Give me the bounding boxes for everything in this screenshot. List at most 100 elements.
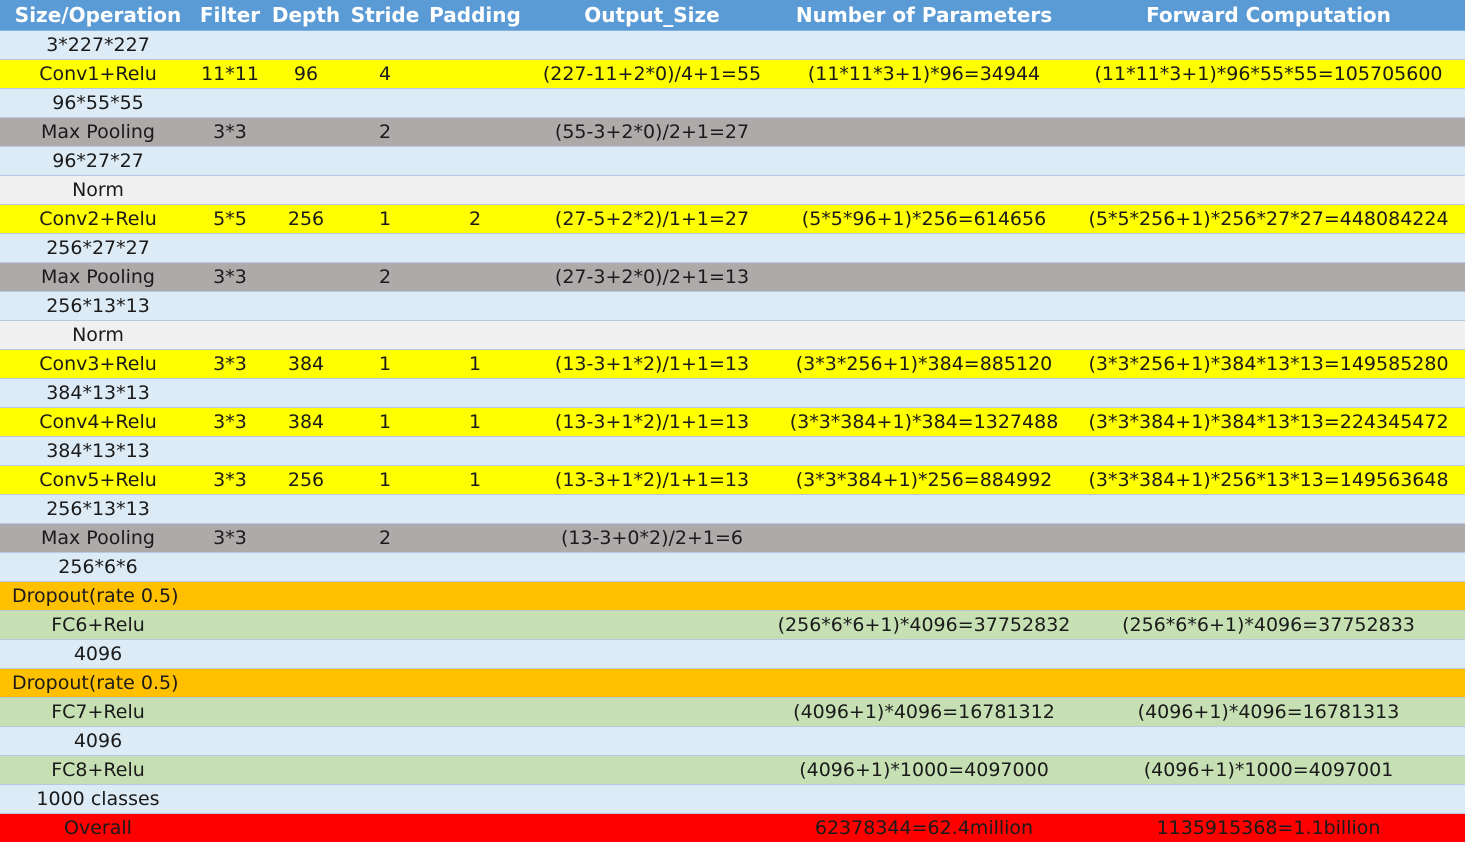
- stride-cell: [348, 813, 422, 842]
- forward-computation-cell: [1072, 320, 1465, 350]
- parameters-cell: [776, 378, 1072, 408]
- depth-cell: 384: [264, 349, 348, 379]
- padding-cell: [422, 378, 528, 408]
- depth-cell: [264, 697, 348, 727]
- size-operation-cell: 256*27*27: [0, 233, 196, 263]
- depth-cell: [264, 378, 348, 408]
- forward-computation-cell: (11*11*3+1)*96*55*55=105705600: [1072, 59, 1465, 89]
- depth-cell: [264, 175, 348, 205]
- padding-cell: [422, 639, 528, 669]
- size-operation-cell: Max Pooling: [0, 262, 196, 292]
- parameters-cell: (3*3*256+1)*384=885120: [776, 349, 1072, 379]
- output-size-cell: (13-3+1*2)/1+1=13: [528, 349, 776, 379]
- size-operation-cell: 4096: [0, 639, 196, 669]
- header-row: Size/Operation Filter Depth Stride Padding Ou…: [0, 0, 1465, 31]
- size-operation-cell: Conv5+Relu: [0, 465, 196, 495]
- output-size-cell: [528, 813, 776, 842]
- table-row-conv: Conv5+Relu 3*3 256 1 1 (13-3+1*2)/1+1=13 (3*3*…: [0, 465, 1465, 495]
- size-operation-cell: Max Pooling: [0, 117, 196, 147]
- padding-cell: [422, 726, 528, 756]
- depth-cell: 384: [264, 407, 348, 437]
- forward-computation-cell: [1072, 726, 1465, 756]
- size-operation-cell: 96*55*55: [0, 88, 196, 118]
- forward-computation-cell: [1072, 262, 1465, 292]
- forward-computation-cell: [1072, 378, 1465, 408]
- output-size-header: Output_Size: [528, 0, 776, 31]
- filter-cell: [196, 668, 264, 698]
- filter-cell: 3*3: [196, 523, 264, 553]
- depth-cell: [264, 436, 348, 466]
- output-size-cell: [528, 233, 776, 263]
- size-operation-cell: 384*13*13: [0, 378, 196, 408]
- stride-cell: [348, 146, 422, 176]
- filter-cell: [196, 726, 264, 756]
- parameters-cell: (3*3*384+1)*256=884992: [776, 465, 1072, 495]
- depth-cell: [264, 639, 348, 669]
- size-operation-cell: 256*13*13: [0, 291, 196, 321]
- depth-cell: [264, 726, 348, 756]
- padding-cell: 1: [422, 407, 528, 437]
- stride-cell: [348, 668, 422, 698]
- forward-computation-cell: (3*3*256+1)*384*13*13=149585280: [1072, 349, 1465, 379]
- output-size-cell: [528, 436, 776, 466]
- padding-header: Padding: [422, 0, 528, 31]
- output-size-cell: [528, 610, 776, 640]
- parameters-cell: [776, 291, 1072, 321]
- forward-computation-cell: [1072, 30, 1465, 60]
- filter-cell: [196, 813, 264, 842]
- stride-cell: 2: [348, 262, 422, 292]
- stride-cell: [348, 697, 422, 727]
- size-operation-cell: 256*13*13: [0, 494, 196, 524]
- parameters-cell: [776, 88, 1072, 118]
- forward-computation-cell: [1072, 639, 1465, 669]
- parameters-cell: [776, 581, 1072, 611]
- forward-computation-cell: (3*3*384+1)*256*13*13=149563648: [1072, 465, 1465, 495]
- parameters-cell: [776, 146, 1072, 176]
- stride-cell: 2: [348, 523, 422, 553]
- padding-cell: [422, 552, 528, 582]
- parameters-cell: [776, 726, 1072, 756]
- depth-header: Depth: [264, 0, 348, 31]
- filter-cell: [196, 320, 264, 350]
- parameters-cell: [776, 262, 1072, 292]
- padding-cell: [422, 610, 528, 640]
- padding-cell: [422, 59, 528, 89]
- size-operation-cell: Norm: [0, 320, 196, 350]
- size-operation-cell: FC8+Relu: [0, 755, 196, 785]
- parameters-cell: (4096+1)*4096=16781312: [776, 697, 1072, 727]
- filter-header: Filter: [196, 0, 264, 31]
- filter-cell: [196, 784, 264, 814]
- output-size-cell: [528, 291, 776, 321]
- size-operation-cell: Max Pooling: [0, 523, 196, 553]
- padding-cell: [422, 320, 528, 350]
- table-row-fc: FC6+Relu (256*6*6+1)*4096=37752832 (256*6*…: [0, 610, 1465, 640]
- stride-cell: [348, 88, 422, 118]
- filter-cell: [196, 610, 264, 640]
- depth-cell: 256: [264, 204, 348, 234]
- output-size-cell: [528, 146, 776, 176]
- padding-cell: [422, 88, 528, 118]
- padding-cell: [422, 813, 528, 842]
- padding-cell: [422, 30, 528, 60]
- forward-computation-header: Forward Computation: [1072, 0, 1465, 31]
- depth-cell: [264, 320, 348, 350]
- stride-cell: [348, 610, 422, 640]
- stride-cell: [348, 726, 422, 756]
- parameters-cell: (11*11*3+1)*96=34944: [776, 59, 1072, 89]
- forward-computation-cell: (3*3*384+1)*384*13*13=224345472: [1072, 407, 1465, 437]
- parameters-cell: [776, 784, 1072, 814]
- table-row-conv: Conv2+Relu 5*5 256 1 2 (27-5+2*2)/1+1=27 (5*5*…: [0, 204, 1465, 234]
- stride-cell: 4: [348, 59, 422, 89]
- forward-computation-cell: 1135915368=1.1billion: [1072, 813, 1465, 842]
- stride-cell: [348, 233, 422, 263]
- filter-cell: 3*3: [196, 117, 264, 147]
- size-operation-cell: 96*27*27: [0, 146, 196, 176]
- filter-cell: [196, 552, 264, 582]
- table-body: 3*227*227 Conv1+Relu 11*11 96 4 (227-11+2*0)/…: [0, 30, 1465, 842]
- output-size-cell: (27-5+2*2)/1+1=27: [528, 204, 776, 234]
- size-operation-cell: Overall: [0, 813, 196, 842]
- table-row-conv: Conv1+Relu 11*11 96 4 (227-11+2*0)/4+1=55 (11…: [0, 59, 1465, 89]
- forward-computation-cell: [1072, 581, 1465, 611]
- size-operation-cell: FC7+Relu: [0, 697, 196, 727]
- size-operation-cell: 256*6*6: [0, 552, 196, 582]
